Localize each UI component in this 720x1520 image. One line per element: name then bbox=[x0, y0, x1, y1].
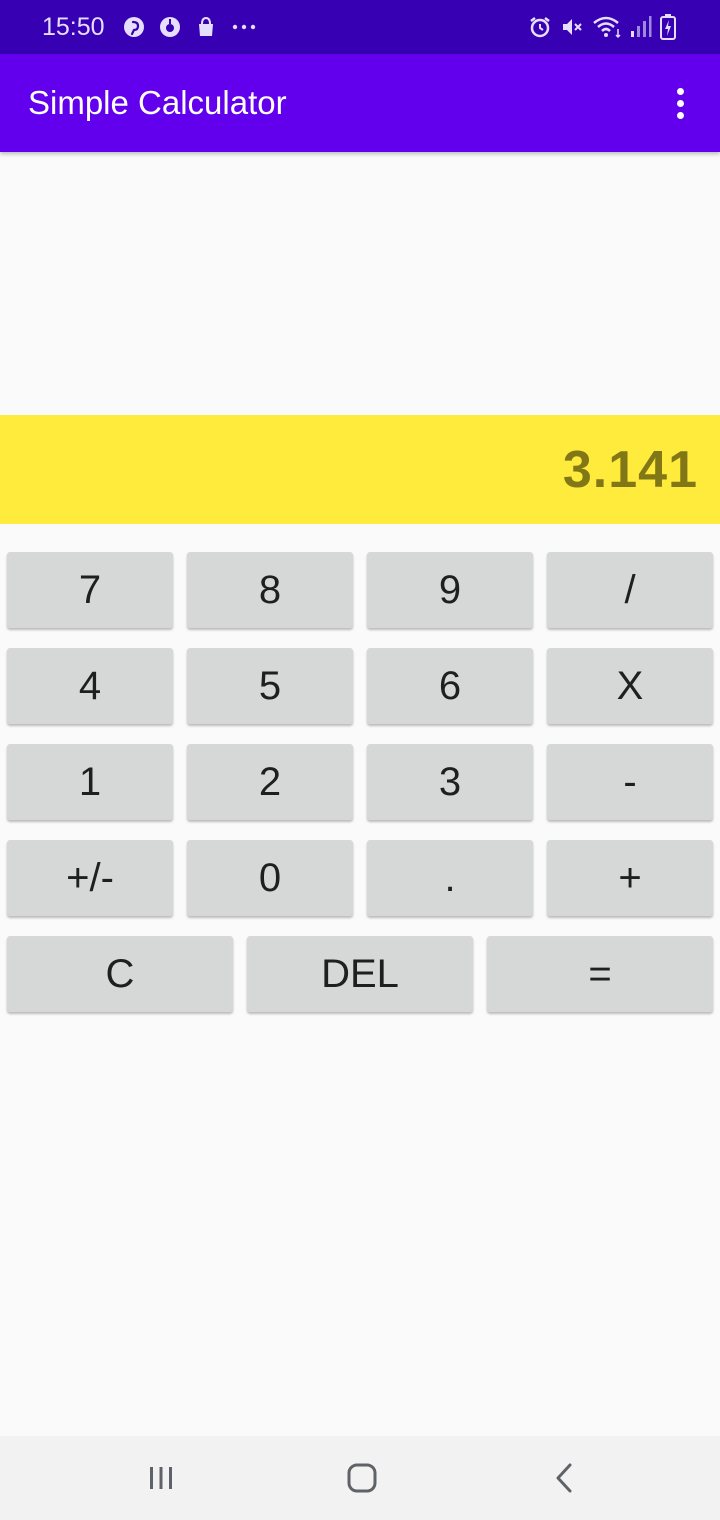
key-decimal[interactable]: . bbox=[367, 840, 533, 916]
nav-bar bbox=[0, 1436, 720, 1520]
pinterest-icon bbox=[123, 16, 145, 38]
key-multiply[interactable]: X bbox=[547, 648, 713, 724]
key-subtract[interactable]: - bbox=[547, 744, 713, 820]
more-vert-icon[interactable] bbox=[668, 79, 692, 127]
signal-icon bbox=[630, 15, 652, 39]
key-delete[interactable]: DEL bbox=[247, 936, 473, 1012]
display-value: 3.141 bbox=[562, 440, 698, 499]
key-4[interactable]: 4 bbox=[7, 648, 173, 724]
back-icon[interactable] bbox=[524, 1436, 604, 1520]
alarm-icon bbox=[528, 15, 552, 39]
app-bar: Simple Calculator bbox=[0, 54, 720, 152]
status-right bbox=[528, 14, 676, 40]
shopping-bag-icon bbox=[195, 16, 217, 38]
key-8[interactable]: 8 bbox=[187, 552, 353, 628]
recents-icon[interactable] bbox=[121, 1436, 201, 1520]
key-3[interactable]: 3 bbox=[367, 744, 533, 820]
key-clear[interactable]: C bbox=[7, 936, 233, 1012]
key-0[interactable]: 0 bbox=[187, 840, 353, 916]
status-left: 15:50 bbox=[42, 13, 257, 42]
key-1[interactable]: 1 bbox=[7, 744, 173, 820]
key-6[interactable]: 6 bbox=[367, 648, 533, 724]
status-bar: 15:50 bbox=[0, 0, 720, 54]
key-9[interactable]: 9 bbox=[367, 552, 533, 628]
key-2[interactable]: 2 bbox=[187, 744, 353, 820]
key-add[interactable]: + bbox=[547, 840, 713, 916]
mute-icon bbox=[560, 15, 584, 39]
key-divide[interactable]: / bbox=[547, 552, 713, 628]
status-time: 15:50 bbox=[42, 12, 105, 41]
result-display: 3.141 bbox=[0, 415, 720, 524]
home-icon[interactable] bbox=[322, 1436, 402, 1520]
app-title: Simple Calculator bbox=[28, 84, 287, 121]
more-dots-icon bbox=[231, 16, 257, 38]
battery-icon bbox=[660, 14, 676, 40]
key-equals[interactable]: = bbox=[487, 936, 713, 1012]
key-7[interactable]: 7 bbox=[7, 552, 173, 628]
key-negate[interactable]: +/- bbox=[7, 840, 173, 916]
pinduoduo-icon bbox=[159, 16, 181, 38]
key-5[interactable]: 5 bbox=[187, 648, 353, 724]
wifi-icon bbox=[592, 15, 622, 39]
